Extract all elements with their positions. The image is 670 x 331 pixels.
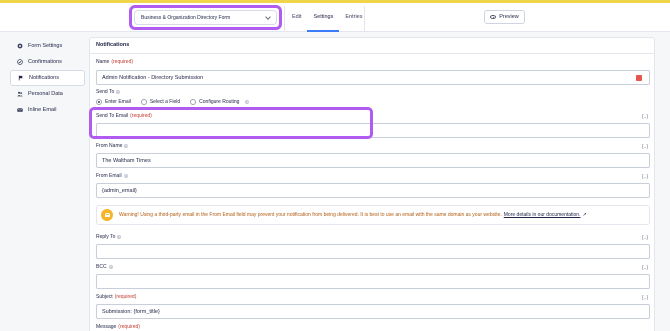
reply-to-field[interactable]	[96, 244, 650, 259]
merge-tag-icon[interactable]	[636, 75, 642, 81]
external-link-icon: ↗	[582, 212, 587, 218]
panel-title: Notifications	[90, 38, 654, 54]
settings-sidebar: Form Settings Confirmations Notification…	[10, 38, 85, 118]
top-bar: Business & Organization Directory Form E…	[0, 3, 670, 32]
sidebar-item-label: Inline Email	[28, 107, 57, 113]
subject-label: Subject (required)	[96, 294, 137, 300]
help-icon[interactable]: ?	[108, 265, 113, 269]
warning-text: Warning! Using a third-party email in th…	[119, 212, 502, 218]
merge-tag-button[interactable]: {..}	[642, 144, 648, 150]
notification-panel: Notifications Name (required) Admin Noti…	[89, 37, 655, 331]
bcc-field[interactable]	[96, 274, 650, 289]
help-icon[interactable]: ?	[124, 144, 129, 148]
sidebar-item-form-settings[interactable]: Form Settings	[10, 38, 85, 54]
radio-empty-icon	[140, 99, 147, 105]
from-name-label: From Name ?	[96, 143, 129, 149]
sidebar-item-confirmations[interactable]: Confirmations	[10, 54, 85, 70]
check-circle-icon	[17, 59, 23, 65]
message-label: Message (required)	[96, 324, 140, 330]
help-icon[interactable]: ?	[117, 235, 122, 239]
form-selector-highlight: Business & Organization Directory Form	[129, 5, 282, 30]
name-field[interactable]: Admin Notification - Directory Submissio…	[96, 70, 650, 85]
send-to-options: Enter Email Select a Field Configure Rou…	[96, 99, 259, 105]
users-icon	[17, 91, 23, 97]
from-name-field[interactable]: The Waltham Times	[96, 153, 650, 168]
send-to-select-field-radio[interactable]: Select a Field	[140, 99, 180, 105]
radio-checked-icon	[96, 99, 102, 105]
send-to-enter-email-radio[interactable]: Enter Email	[96, 99, 131, 105]
name-label: Name (required)	[96, 59, 134, 65]
reply-to-label: Reply To ?	[96, 234, 122, 240]
help-icon[interactable]: ?	[245, 100, 250, 104]
sidebar-item-inline-email[interactable]: Inline Email	[10, 102, 85, 118]
divider	[364, 6, 365, 32]
merge-tag-button[interactable]: {..}	[642, 265, 648, 271]
envelope-icon	[17, 108, 23, 112]
merge-tag-button[interactable]: {..}	[642, 295, 648, 301]
sidebar-item-personal-data[interactable]: Personal Data	[10, 86, 85, 102]
bcc-label: BCC ?	[96, 264, 113, 270]
chevron-down-icon	[265, 13, 271, 20]
subject-field[interactable]: Submission: {form_title}	[96, 304, 650, 319]
send-to-email-highlight	[89, 107, 373, 139]
sidebar-item-label: Notifications	[29, 75, 59, 81]
gear-icon	[17, 43, 23, 49]
send-to-configure-routing-radio[interactable]: Configure Routing?	[190, 99, 250, 105]
help-icon[interactable]: ?	[123, 174, 128, 178]
from-email-label: From Email ?	[96, 173, 128, 179]
form-selector-label: Business & Organization Directory Form	[141, 14, 231, 21]
divider	[284, 6, 285, 32]
tab-settings[interactable]: Settings	[307, 6, 340, 32]
sidebar-item-label: Form Settings	[28, 43, 63, 49]
sidebar-item-label: Confirmations	[28, 59, 62, 65]
form-nav: Edit Settings Entries	[286, 6, 368, 32]
flag-icon	[18, 75, 23, 81]
eye-icon	[490, 15, 497, 19]
merge-tag-button[interactable]: {..}	[642, 235, 648, 241]
preview-label: Preview	[499, 14, 519, 20]
merge-tag-button[interactable]: {..}	[642, 174, 648, 180]
preview-button[interactable]: Preview	[484, 10, 525, 24]
sidebar-item-label: Personal Data	[28, 91, 63, 97]
from-email-field[interactable]: {admin_email}	[96, 183, 650, 198]
tab-edit[interactable]: Edit	[286, 6, 307, 32]
merge-tag-button[interactable]: {..}	[642, 114, 648, 120]
form-selector[interactable]: Business & Organization Directory Form	[134, 10, 277, 25]
send-to-label: Send To ?	[96, 89, 121, 95]
from-email-warning: Warning! Using a third-party email in th…	[96, 205, 650, 225]
lock-icon	[101, 209, 113, 221]
radio-empty-icon	[190, 99, 197, 105]
documentation-link[interactable]: More details in our documentation.	[504, 212, 581, 218]
name-field-value: Admin Notification - Directory Submissio…	[102, 75, 204, 81]
help-icon[interactable]: ?	[116, 90, 121, 94]
sidebar-item-notifications[interactable]: Notifications	[10, 70, 85, 86]
